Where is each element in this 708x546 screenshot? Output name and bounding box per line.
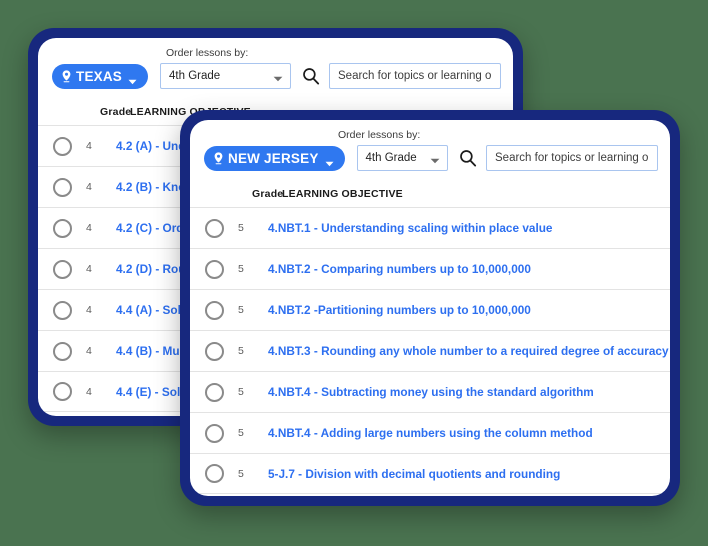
new-jersey-card: Order lessons by: NEW JERSEY xyxy=(190,120,670,496)
table-row[interactable]: 5 5-J.7 - Division with decimal quotient… xyxy=(190,453,670,494)
location-pin-icon xyxy=(61,70,72,83)
search-input-new-jersey[interactable] xyxy=(486,145,658,171)
column-header-objective: LEARNING OBJECTIVE xyxy=(282,188,670,200)
row-grade: 4 xyxy=(72,181,116,193)
row-grade: 4 xyxy=(72,263,116,275)
texas-toolbar: Order lessons by: TEXAS xyxy=(38,38,513,104)
row-grade: 5 xyxy=(224,263,268,275)
chevron-down-icon xyxy=(128,73,137,79)
row-objective-link[interactable]: 4.NBT.3 - Rounding any whole number to a… xyxy=(268,344,670,358)
row-objective-link[interactable]: 5-J.7 - Division with decimal quotients … xyxy=(268,467,670,481)
row-objective-link[interactable]: 4.NBT.4 - Adding large numbers using the… xyxy=(268,426,670,440)
row-radio-button[interactable] xyxy=(53,137,72,156)
state-pill-label: NEW JERSEY xyxy=(228,151,319,166)
state-selector-texas[interactable]: TEXAS xyxy=(52,64,148,89)
search-input-texas[interactable] xyxy=(329,63,501,89)
row-radio-button[interactable] xyxy=(53,301,72,320)
grade-select-texas[interactable]: 4th Grade xyxy=(160,63,291,89)
column-header-grade: Grade xyxy=(86,106,130,118)
row-objective-link[interactable]: 4.NBT.2 - Comparing numbers up to 10,000… xyxy=(268,262,670,276)
state-pill-label: TEXAS xyxy=(76,69,122,84)
row-grade: 5 xyxy=(224,222,268,234)
row-objective-link[interactable]: 4.NBT.4 - Subtracting money using the st… xyxy=(268,385,670,399)
row-radio-button[interactable] xyxy=(53,178,72,197)
new-jersey-toolbar: Order lessons by: NEW JERSEY xyxy=(190,120,670,186)
table-row[interactable]: 5 4.NBT.3 - Rounding any whole number to… xyxy=(190,330,670,371)
row-grade: 5 xyxy=(224,345,268,357)
state-selector-new-jersey[interactable]: NEW JERSEY xyxy=(204,146,345,171)
row-grade: 4 xyxy=(72,345,116,357)
row-radio-button[interactable] xyxy=(53,219,72,238)
grade-select-value: 4th Grade xyxy=(169,70,220,82)
order-lessons-by-label: Order lessons by: xyxy=(166,47,248,59)
column-header-grade: Grade xyxy=(238,188,282,200)
row-radio-button[interactable] xyxy=(205,301,224,320)
grade-select-new-jersey[interactable]: 4th Grade xyxy=(357,145,448,171)
row-grade: 4 xyxy=(72,140,116,152)
row-grade: 4 xyxy=(72,222,116,234)
grade-select-value: 4th Grade xyxy=(366,152,417,164)
order-lessons-by-label: Order lessons by: xyxy=(338,129,420,141)
row-radio-button[interactable] xyxy=(53,342,72,361)
row-objective-link[interactable]: 4.NBT.2 -Partitioning numbers up to 10,0… xyxy=(268,303,670,317)
new-jersey-objectives-table: Grade LEARNING OBJECTIVE 5 4.NBT.1 - Und… xyxy=(190,186,670,494)
search-icon[interactable] xyxy=(302,67,320,85)
row-grade: 4 xyxy=(72,304,116,316)
chevron-down-icon xyxy=(325,155,334,161)
table-row[interactable]: 5 4.NBT.2 - Comparing numbers up to 10,0… xyxy=(190,248,670,289)
row-grade: 4 xyxy=(72,386,116,398)
chevron-down-icon xyxy=(430,155,440,161)
row-radio-button[interactable] xyxy=(205,424,224,443)
row-radio-button[interactable] xyxy=(205,464,224,483)
row-radio-button[interactable] xyxy=(53,382,72,401)
row-grade: 5 xyxy=(224,427,268,439)
row-grade: 5 xyxy=(224,386,268,398)
table-row[interactable]: 5 4.NBT.1 - Understanding scaling within… xyxy=(190,207,670,248)
table-row[interactable]: 5 4.NBT.4 - Subtracting money using the … xyxy=(190,371,670,412)
search-icon[interactable] xyxy=(459,149,477,167)
table-row[interactable]: 5 4.NBT.4 - Adding large numbers using t… xyxy=(190,412,670,453)
row-radio-button[interactable] xyxy=(205,342,224,361)
table-header: Grade LEARNING OBJECTIVE xyxy=(190,186,670,207)
new-jersey-card-frame: Order lessons by: NEW JERSEY xyxy=(180,110,680,506)
row-radio-button[interactable] xyxy=(205,219,224,238)
location-pin-icon xyxy=(213,152,224,165)
chevron-down-icon xyxy=(273,73,283,79)
row-radio-button[interactable] xyxy=(53,260,72,279)
row-radio-button[interactable] xyxy=(205,260,224,279)
row-objective-link[interactable]: 4.NBT.1 - Understanding scaling within p… xyxy=(268,221,670,235)
row-grade: 5 xyxy=(224,468,268,480)
row-grade: 5 xyxy=(224,304,268,316)
table-row[interactable]: 5 4.NBT.2 -Partitioning numbers up to 10… xyxy=(190,289,670,330)
row-radio-button[interactable] xyxy=(205,383,224,402)
